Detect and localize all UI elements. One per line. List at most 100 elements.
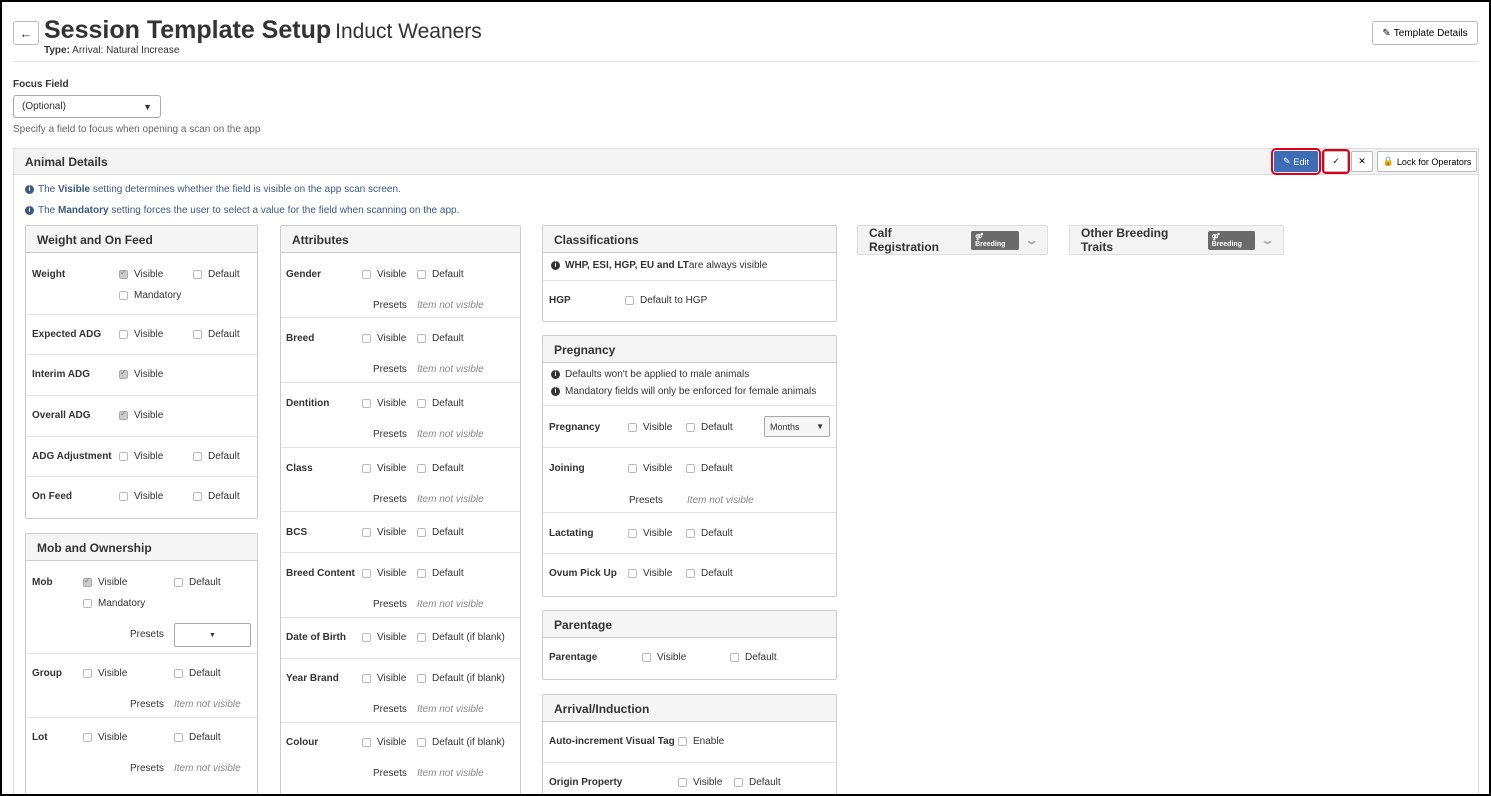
visible-checkbox[interactable]: Visible (362, 632, 406, 643)
visible-checkbox[interactable]: Visible (642, 652, 686, 663)
field-row-origin-property: Origin Property Visible Default (549, 777, 781, 788)
field-row-overall-adg: Overall ADG Visible (26, 396, 257, 437)
card-title: Classifications (543, 226, 836, 253)
field-row-ovum-pick-up: Ovum Pick Up Visible Default (549, 568, 733, 579)
card-title: Parentage (543, 611, 836, 638)
default-checkbox[interactable]: Default (if blank) (417, 673, 505, 684)
visible-checkbox[interactable]: Visible (119, 268, 163, 280)
chevron-down-icon: ▼ (143, 101, 152, 112)
field-row-dentition: Dentition Visible Default Presets Item n… (281, 383, 520, 448)
card-title: Attributes (281, 226, 520, 253)
back-button[interactable]: ← (13, 21, 39, 45)
default-checkbox[interactable]: Default (193, 269, 240, 280)
visible-checkbox[interactable]: Visible (628, 422, 672, 433)
visible-checkbox[interactable]: Visible (362, 737, 406, 748)
info-icon: i (25, 206, 34, 215)
visible-checkbox[interactable]: Visible (362, 269, 406, 280)
visible-checkbox[interactable]: Visible (362, 527, 406, 538)
visible-checkbox[interactable]: Visible (362, 463, 406, 474)
visible-checkbox[interactable]: Visible (362, 333, 406, 344)
default-checkbox[interactable]: Default (417, 527, 464, 538)
default-checkbox[interactable]: Default (417, 398, 464, 409)
breeding-icon: ⚤ (1211, 233, 1220, 241)
info-icon: i (551, 387, 560, 396)
default-checkbox[interactable]: Default (686, 528, 733, 539)
visible-checkbox[interactable]: Visible (83, 732, 127, 743)
app-window: ← Session Template Setup Induct Weaners T… (0, 0, 1491, 796)
visible-checkbox[interactable]: Visible (362, 398, 406, 409)
months-select[interactable]: Months ▼ (764, 416, 830, 437)
default-checkbox[interactable]: Default (686, 568, 733, 579)
breeding-badge: ⚤ Breeding (971, 230, 1019, 250)
field-row-on-feed: On Feed Visible Default (32, 491, 240, 502)
default-checkbox[interactable]: Default (193, 491, 240, 502)
pencil-icon: ✎ (1382, 27, 1391, 39)
default-checkbox[interactable]: Default (417, 269, 464, 280)
focus-field-label: Focus Field (13, 79, 69, 90)
chevron-down-icon: ⌄ (1024, 234, 1039, 247)
visible-checkbox[interactable]: Visible (362, 568, 406, 579)
field-row-joining: Joining Visible Default Presets Item not… (543, 448, 836, 513)
mandatory-checkbox[interactable]: Mandatory (83, 598, 145, 609)
presets-label: Presets (130, 629, 164, 640)
focus-field-select[interactable]: (Optional) ▼ (13, 95, 161, 118)
breeding-icon: ⚤ (975, 233, 984, 241)
field-row-date-of-birth: Date of Birth Visible Default (if blank) (281, 618, 520, 659)
breeding-badge: ⚤ Breeding (1207, 230, 1255, 250)
calf-registration-section[interactable]: Calf Registration ⚤ Breeding ⌄ (857, 225, 1048, 255)
default-checkbox[interactable]: Default (if blank) (417, 737, 505, 748)
panel-header: Animal Details ✎ Edit ✓ ✕ 🔒 Lock for Opera… (14, 148, 1478, 175)
default-checkbox[interactable]: Default (417, 463, 464, 474)
default-checkbox[interactable]: Default (if blank) (417, 632, 505, 643)
field-row-breed-content: Breed Content Visible Default Presets It… (281, 553, 520, 618)
confirm-button[interactable]: ✓ (1322, 149, 1350, 174)
cancel-button[interactable]: ✕ (1351, 151, 1373, 172)
default-checkbox[interactable]: Default (730, 652, 777, 663)
visible-checkbox[interactable]: Visible (119, 329, 163, 340)
close-icon: ✕ (1358, 156, 1366, 166)
default-checkbox[interactable]: Default (174, 668, 221, 679)
visible-checkbox[interactable]: Visible (628, 568, 672, 579)
parentage-card: Parentage Parentage Visible Default (542, 610, 837, 680)
field-row-group: Group Visible Default Presets Item not v… (26, 654, 257, 718)
visible-checkbox[interactable]: Visible (119, 491, 163, 502)
visible-checkbox[interactable]: Visible (362, 673, 406, 684)
mandatory-checkbox[interactable]: Mandatory (119, 290, 181, 301)
field-row-class: Class Visible Default Presets Item not v… (281, 448, 520, 512)
default-checkbox[interactable]: Default (734, 777, 781, 788)
default-checkbox[interactable]: Default (174, 577, 221, 588)
visible-checkbox[interactable]: Visible (119, 409, 163, 421)
visible-checkbox[interactable]: Visible (119, 451, 163, 462)
enable-checkbox[interactable]: Enable (678, 736, 724, 747)
visible-checkbox[interactable]: Visible (628, 528, 672, 539)
field-row-breed: Breed Visible Default Presets Item not v… (281, 318, 520, 383)
visible-checkbox[interactable]: Visible (678, 777, 722, 788)
visible-checkbox[interactable]: Visible (83, 668, 127, 679)
attributes-card: Attributes Gender Visible Default Preset… (280, 225, 521, 794)
mandatory-info: i The Mandatory setting forces the user t… (25, 205, 459, 216)
default-to-hgp-checkbox[interactable]: Default to HGP (625, 295, 707, 306)
visible-checkbox[interactable]: Visible (83, 576, 127, 588)
edit-button[interactable]: ✎ Edit (1271, 148, 1321, 175)
template-details-button[interactable]: ✎ Template Details (1372, 21, 1478, 45)
classifications-card: Classifications i WHP, ESI, HGP, EU and L… (542, 225, 837, 322)
default-checkbox[interactable]: Default (417, 568, 464, 579)
lock-for-operators-button[interactable]: 🔒 Lock for Operators (1377, 151, 1477, 172)
default-checkbox[interactable]: Default (174, 732, 221, 743)
pregnancy-notes: i Defaults won't be applied to male anima… (543, 363, 836, 406)
mob-presets-select[interactable]: ▼ (174, 623, 251, 647)
divider (13, 61, 1479, 62)
default-checkbox[interactable]: Default (686, 422, 733, 433)
other-breeding-traits-section[interactable]: Other Breeding Traits ⚤ Breeding ⌄ (1069, 225, 1284, 255)
default-checkbox[interactable]: Default (417, 333, 464, 344)
back-arrow-icon: ← (19, 25, 33, 41)
page-title: Session Template Setup Induct Weaners (44, 16, 482, 44)
field-row-expected-adg: Expected ADG Visible Default (26, 315, 257, 355)
default-checkbox[interactable]: Default (686, 463, 733, 474)
default-checkbox[interactable]: Default (193, 329, 240, 340)
default-checkbox[interactable]: Default (193, 451, 240, 462)
arrival-induction-card: Arrival/Induction Auto-increment Visual … (542, 694, 837, 794)
visible-checkbox[interactable]: Visible (119, 368, 163, 380)
field-row-mob: Mob Visible Default Mandatory Presets ▼ (26, 561, 257, 654)
visible-checkbox[interactable]: Visible (628, 463, 672, 474)
